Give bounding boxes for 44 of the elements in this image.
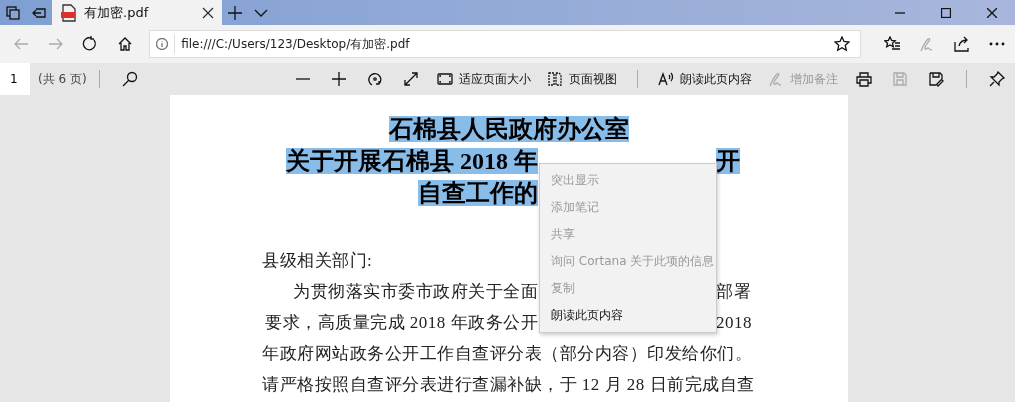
pen-icon: [768, 71, 784, 87]
star-icon[interactable]: [834, 36, 850, 52]
search-icon[interactable]: [121, 71, 138, 87]
info-icon[interactable]: [156, 38, 169, 50]
close-icon[interactable]: [202, 6, 214, 19]
home-icon[interactable]: [116, 36, 133, 52]
document-text: 部署: [716, 282, 751, 301]
rotate-icon[interactable]: [367, 71, 383, 87]
expand-arrows-icon[interactable]: [403, 71, 419, 87]
refresh-icon[interactable]: [82, 36, 99, 52]
address-bar[interactable]: file:///C:/Users/123/Desktop/有加密.pdf: [149, 30, 861, 58]
document-title: 自查工作的: [418, 180, 538, 206]
toolbar-button[interactable]: 适应页面大小: [429, 65, 539, 93]
toolbar-button[interactable]: 朗读此页内容: [650, 65, 760, 93]
close-icon[interactable]: [987, 7, 997, 18]
fit-page-icon: [437, 71, 453, 87]
page-number-field[interactable]: 1: [0, 63, 30, 95]
document-text: 年政府网站政务公开工作自查评分表（部分内容）印发给你们。: [262, 344, 752, 363]
maximize-icon[interactable]: [941, 7, 951, 18]
read-aloud-icon: [658, 71, 674, 87]
document-title: 关于开展石棉县 2018 年: [286, 148, 538, 174]
document-text: 要求，高质量完成 2018 年政务公开: [265, 313, 538, 332]
browser-tab[interactable]: 有加密.pdf: [52, 0, 222, 25]
toolbar-button[interactable]: 页面视图: [539, 65, 625, 93]
document-title: 石棉县人民政府办公室: [389, 116, 629, 142]
chevron-down-icon[interactable]: [254, 7, 268, 18]
new-tab-icon[interactable]: [228, 5, 242, 20]
printer-icon[interactable]: [856, 71, 872, 87]
page-count: (共 6 页): [38, 70, 87, 88]
document-text: 请严格按照自查评分表进行查漏补缺，于 12 月 28 日前完成自查: [262, 375, 755, 394]
set-aside-tabs-icon[interactable]: [32, 5, 46, 20]
document-text: 县级相关部门:: [262, 251, 373, 270]
share-icon[interactable]: [954, 36, 971, 52]
favorites-list-icon[interactable]: [884, 36, 901, 52]
zoom-in-icon[interactable]: [331, 71, 347, 87]
menu-item[interactable]: 朗读此页内容: [540, 302, 716, 329]
tabs-aside-icon[interactable]: [6, 5, 20, 20]
save-as-icon[interactable]: [928, 71, 944, 87]
document-text: 为贯彻落实市委市政府关于全面: [293, 282, 538, 301]
page-view-icon: [547, 71, 563, 87]
document-text: 2018: [716, 313, 752, 332]
document-title: 开: [716, 148, 740, 174]
pdf-file-icon: [60, 3, 76, 22]
pin-icon[interactable]: [989, 71, 1005, 87]
